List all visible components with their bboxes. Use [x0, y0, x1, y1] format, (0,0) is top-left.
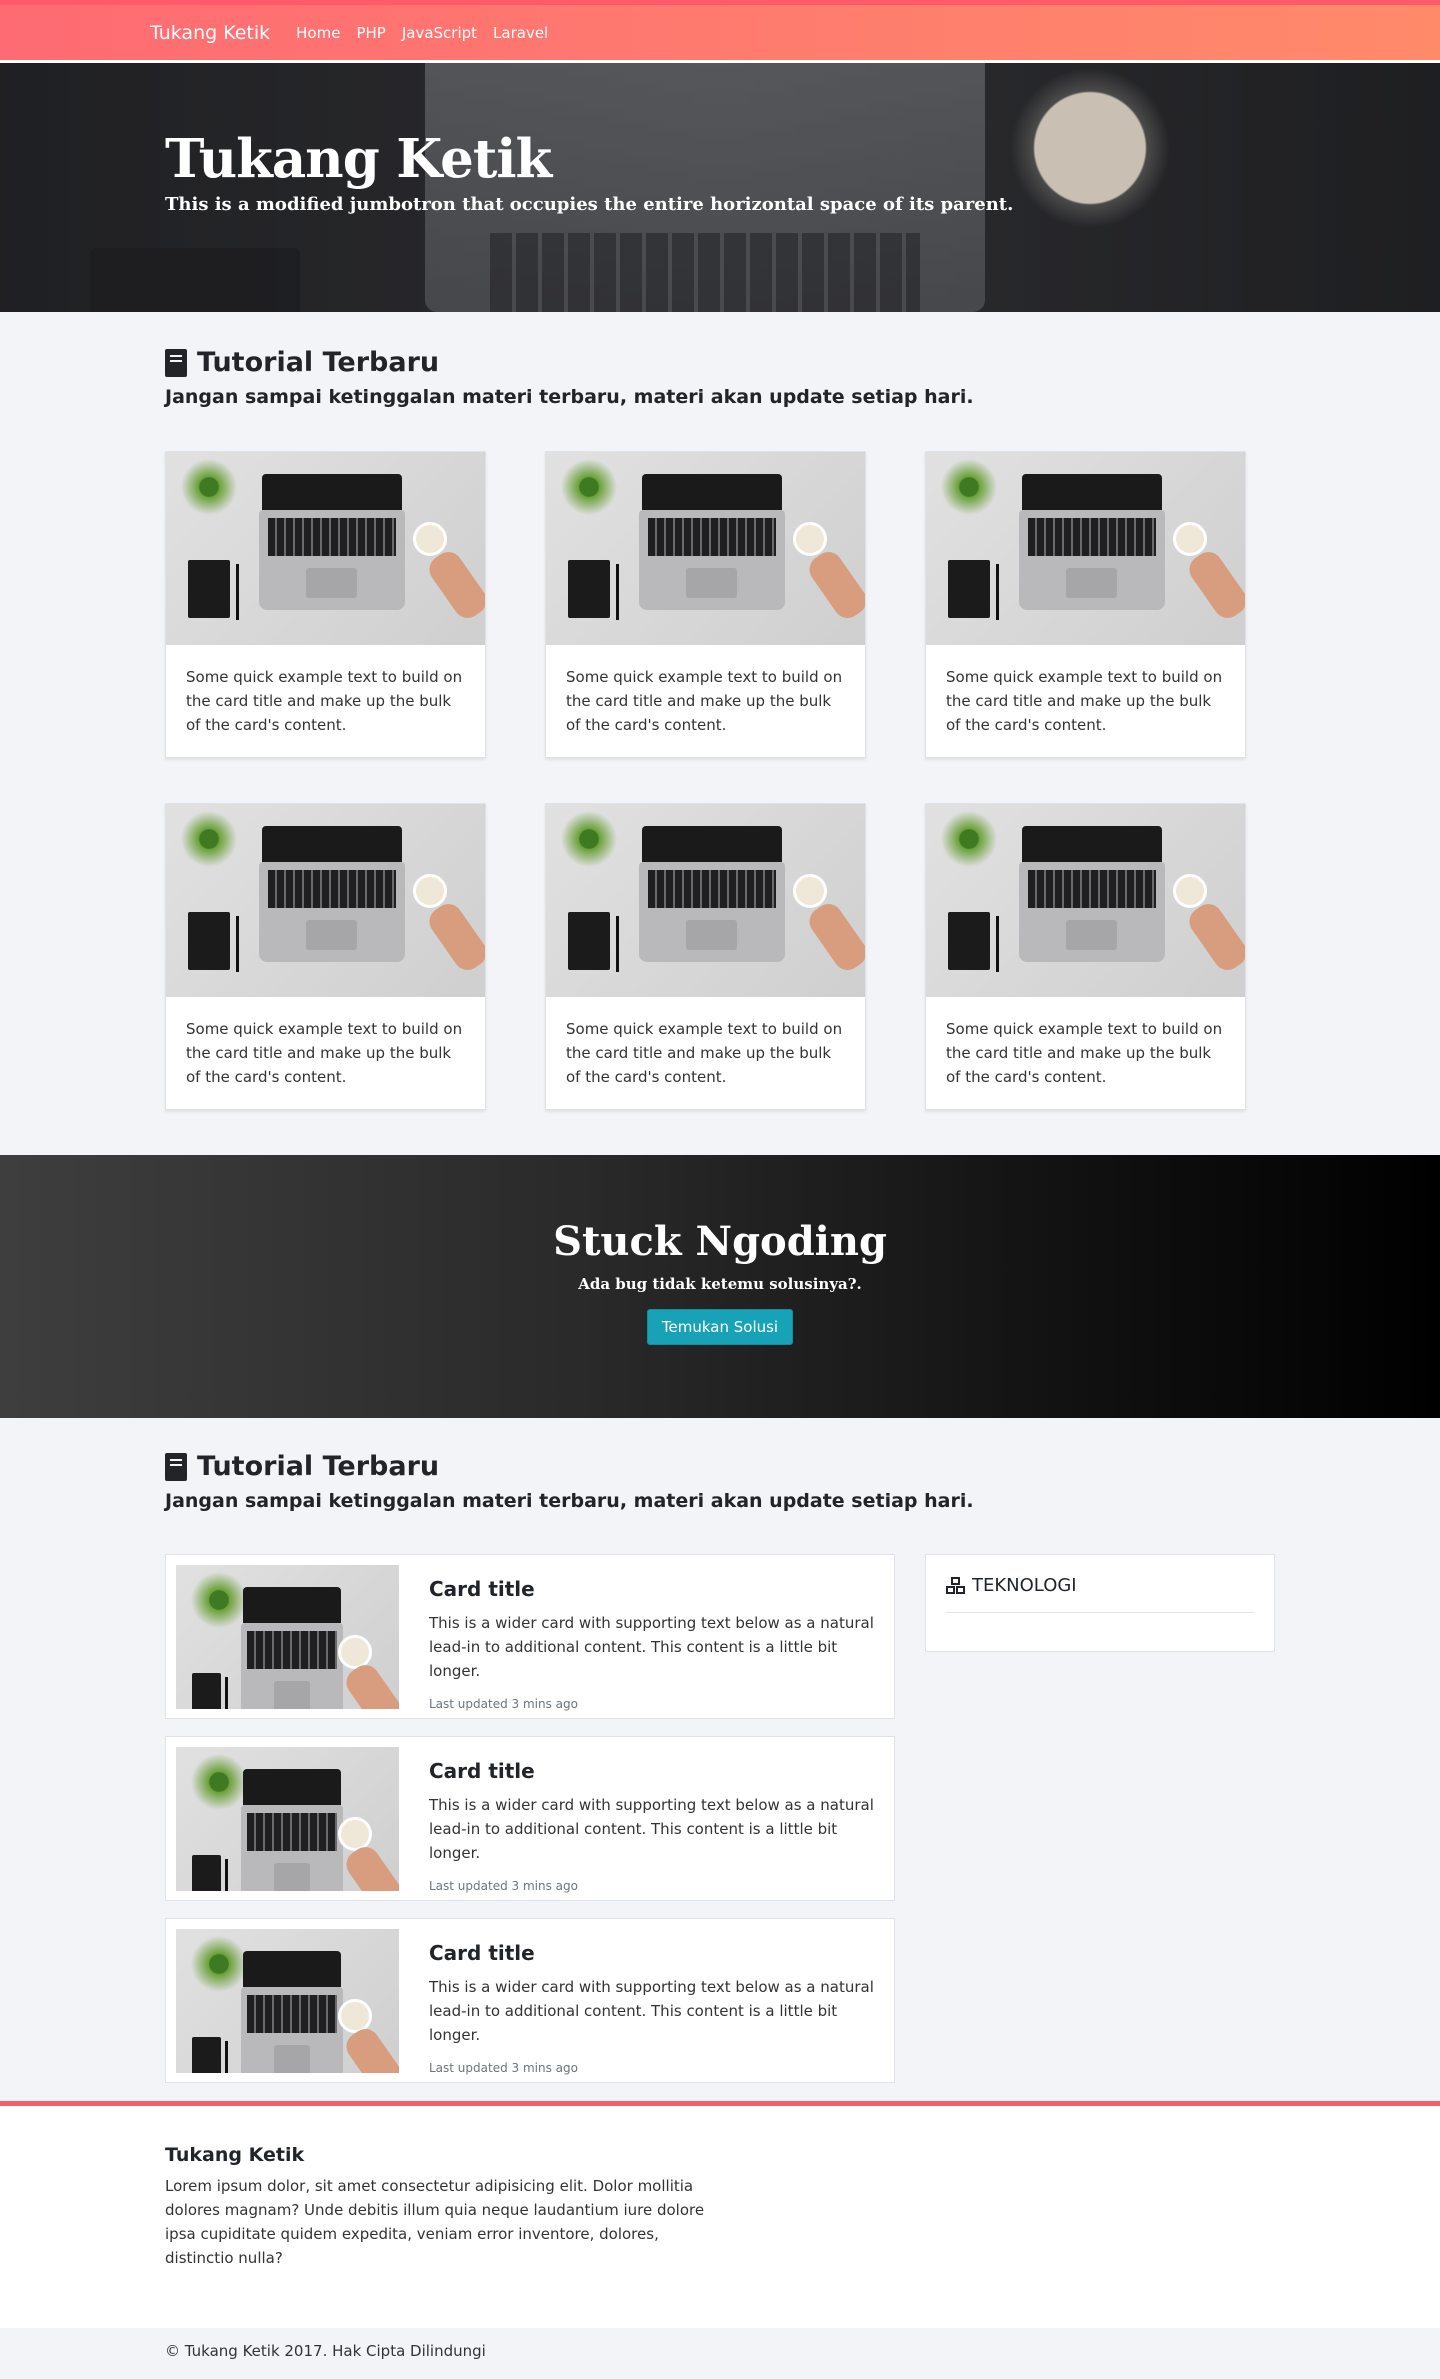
card-text: Some quick example text to build on the …	[946, 1020, 1223, 1086]
section-title: Tutorial Terbaru	[165, 347, 1440, 378]
footer: Tukang Ketik Lorem ipsum dolor, sit amet…	[0, 2101, 1440, 2372]
hero-notebook-image	[90, 248, 300, 312]
find-solution-button[interactable]: Temukan Solusi	[646, 1309, 794, 1345]
list-item[interactable]: Card title This is a wider card with sup…	[165, 1918, 895, 2083]
tutorial-card[interactable]: Some quick example text to build on the …	[545, 803, 866, 1110]
cubes-icon	[946, 1576, 966, 1595]
navbar: Tukang Ketik Home PHP JavaScript Laravel	[0, 0, 1440, 63]
card-image	[176, 1565, 399, 1709]
hero-title: Tukang Ketik	[165, 128, 552, 190]
tutorial-card[interactable]: Some quick example text to build on the …	[545, 451, 866, 758]
last-updated: Last updated 3 mins ago	[429, 1879, 578, 1893]
tutorial-card[interactable]: Some quick example text to build on the …	[165, 451, 486, 758]
card-text: This is a wider card with supporting tex…	[429, 1978, 874, 2044]
card-image	[166, 452, 485, 645]
footer-text: Lorem ipsum dolor, sit amet consectetur …	[165, 2177, 705, 2267]
last-updated: Last updated 3 mins ago	[429, 1697, 578, 1711]
card-image	[176, 1747, 399, 1891]
card-text: Some quick example text to build on the …	[566, 1020, 843, 1086]
latest-tutorials-section: Tutorial Terbaru Jangan sampai ketinggal…	[0, 312, 1440, 1110]
tutorial-card[interactable]: Some quick example text to build on the …	[925, 803, 1246, 1110]
hero-jumbotron: Tukang Ketik This is a modified jumbotro…	[0, 63, 1440, 312]
card-text: Some quick example text to build on the …	[946, 668, 1223, 734]
footer-about: Tukang Ketik Lorem ipsum dolor, sit amet…	[0, 2101, 1440, 2328]
nav-link-home[interactable]: Home	[296, 24, 340, 42]
sidebar-title: TEKNOLOGI	[946, 1575, 1254, 1613]
tutorial-list: Card title This is a wider card with sup…	[165, 1554, 895, 2100]
card-text: Some quick example text to build on the …	[186, 668, 463, 734]
sidebar-technology-card: TEKNOLOGI	[925, 1554, 1275, 1652]
footer-copyright: © Tukang Ketik 2017. Hak Cipta Dilindung…	[0, 2328, 1440, 2372]
section-subtitle: Jangan sampai ketinggalan materi terbaru…	[165, 386, 974, 408]
last-updated: Last updated 3 mins ago	[429, 2061, 578, 2075]
footer-title: Tukang Ketik	[165, 2144, 305, 2166]
card-text: This is a wider card with supporting tex…	[429, 1796, 874, 1862]
card-image	[926, 452, 1245, 645]
card-title: Card title	[429, 1941, 535, 1965]
cta-subtitle: Ada bug tidak ketemu solusinya?.	[578, 1275, 862, 1293]
sidebar-title-text: TEKNOLOGI	[972, 1575, 1077, 1596]
list-item[interactable]: Card title This is a wider card with sup…	[165, 1554, 895, 1719]
brand-link[interactable]: Tukang Ketik	[150, 22, 270, 44]
card-image	[546, 452, 865, 645]
tutorial-card-grid: Some quick example text to build on the …	[165, 451, 1440, 1110]
section-title-text: Tutorial Terbaru	[197, 347, 440, 378]
hero-keyboard-image	[490, 233, 920, 312]
tutorial-card[interactable]: Some quick example text to build on the …	[165, 803, 486, 1110]
card-title: Card title	[429, 1759, 535, 1783]
hero-subtitle: This is a modified jumbotron that occupi…	[165, 194, 1014, 215]
section-title: Tutorial Terbaru	[165, 1451, 1440, 1482]
section-title-text: Tutorial Terbaru	[197, 1451, 440, 1482]
book-icon	[165, 348, 187, 377]
latest-tutorials-list-section: Tutorial Terbaru Jangan sampai ketinggal…	[0, 1418, 1440, 2100]
card-text: This is a wider card with supporting tex…	[429, 1614, 874, 1680]
list-item[interactable]: Card title This is a wider card with sup…	[165, 1736, 895, 1901]
section-subtitle: Jangan sampai ketinggalan materi terbaru…	[165, 1490, 974, 1512]
cta-title: Stuck Ngoding	[553, 1218, 887, 1265]
nav-link-php[interactable]: PHP	[356, 24, 385, 42]
card-title: Card title	[429, 1577, 535, 1601]
tutorial-card[interactable]: Some quick example text to build on the …	[925, 451, 1246, 758]
nav-link-laravel[interactable]: Laravel	[493, 24, 548, 42]
card-image	[926, 804, 1245, 997]
card-text: Some quick example text to build on the …	[566, 668, 843, 734]
card-image	[166, 804, 485, 997]
card-image	[546, 804, 865, 997]
card-text: Some quick example text to build on the …	[186, 1020, 463, 1086]
nav-link-javascript[interactable]: JavaScript	[402, 24, 477, 42]
card-image	[176, 1929, 399, 2073]
book-icon	[165, 1452, 187, 1481]
cta-banner: Stuck Ngoding Ada bug tidak ketemu solus…	[0, 1155, 1440, 1418]
